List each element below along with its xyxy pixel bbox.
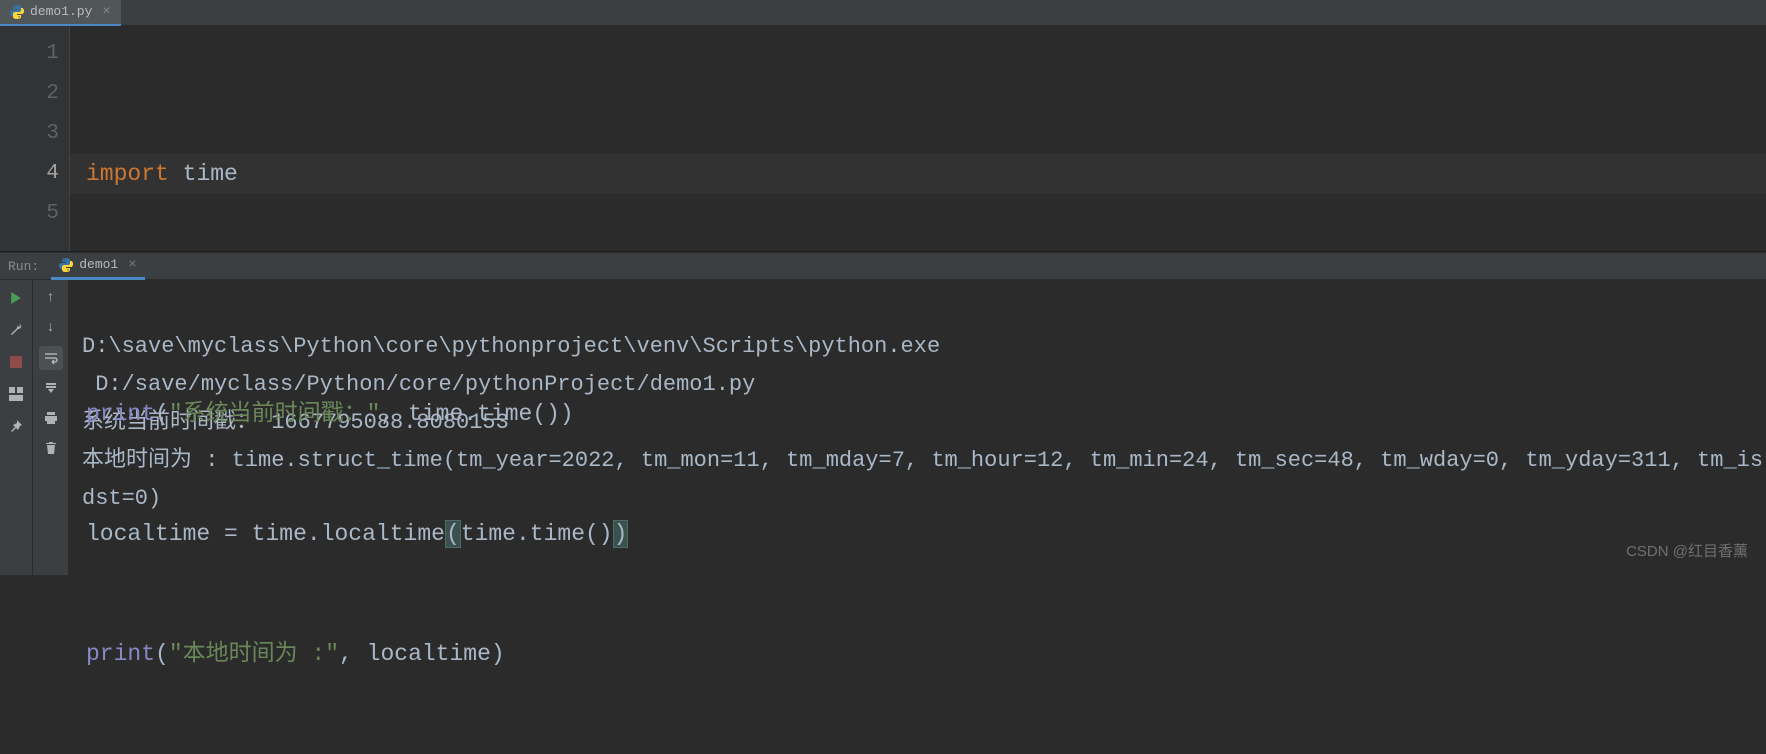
- trash-icon[interactable]: [39, 436, 63, 460]
- identifier: localtime: [86, 521, 210, 547]
- run-toolbar-left: [0, 280, 32, 575]
- rerun-button[interactable]: [4, 286, 28, 310]
- line-number: 5: [0, 194, 59, 234]
- scroll-to-end-icon[interactable]: [39, 376, 63, 400]
- line-number: 3: [0, 114, 59, 154]
- pin-icon[interactable]: [4, 414, 28, 438]
- editor-tab-bar: demo1.py ×: [0, 0, 1766, 26]
- matched-paren: (: [445, 520, 461, 548]
- line-number-gutter: 1 2 3 4 5: [0, 26, 70, 251]
- console-line: 本地时间为 : time.struct_time(tm_year=2022, t…: [82, 448, 1763, 511]
- string: "本地时间为 :": [169, 641, 339, 667]
- line-number: 2: [0, 74, 59, 114]
- file-tab-label: demo1.py: [30, 4, 92, 19]
- run-label: Run:: [8, 259, 39, 274]
- string: "系统当前时间戳：": [169, 401, 381, 427]
- line-number: 1: [0, 34, 59, 74]
- layout-icon[interactable]: [4, 382, 28, 406]
- print-icon[interactable]: [39, 406, 63, 430]
- console-line: D:\save\myclass\Python\core\pythonprojec…: [82, 334, 953, 359]
- up-arrow-icon[interactable]: ↑: [39, 286, 63, 310]
- matched-paren: ): [613, 520, 629, 548]
- builtin-fn: print: [86, 401, 155, 427]
- code-editor[interactable]: 1 2 3 4 5 import time print("系统当前时间戳：", …: [0, 26, 1766, 252]
- builtin-fn: print: [86, 641, 155, 667]
- file-tab[interactable]: demo1.py ×: [0, 0, 121, 26]
- down-arrow-icon[interactable]: ↓: [39, 316, 63, 340]
- close-icon[interactable]: ×: [102, 4, 110, 20]
- line-number: 4: [0, 154, 59, 194]
- run-toolbar-extra: ↑ ↓: [32, 280, 68, 575]
- python-file-icon: [59, 258, 73, 272]
- identifier: time: [183, 161, 238, 187]
- keyword: import: [86, 161, 169, 187]
- python-file-icon: [10, 5, 24, 19]
- soft-wrap-icon[interactable]: [39, 346, 63, 370]
- stop-button[interactable]: [4, 350, 28, 374]
- code-area[interactable]: import time print("系统当前时间戳：", time.time(…: [70, 26, 1766, 251]
- wrench-icon[interactable]: [4, 318, 28, 342]
